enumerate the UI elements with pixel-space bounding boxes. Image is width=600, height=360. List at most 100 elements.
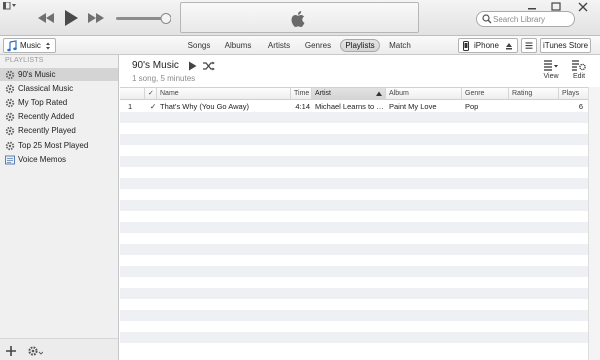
sort-ascending-icon (376, 91, 382, 96)
table-header: ✓ Name Time Artist Album Genre Rating Pl… (120, 87, 588, 100)
gear-icon[interactable] (27, 345, 43, 357)
empty-table-row (120, 288, 588, 299)
column-header-artist[interactable]: Artist (312, 88, 386, 100)
empty-table-row (120, 189, 588, 200)
smart-playlist-gear-icon (5, 98, 15, 107)
empty-table-row (120, 277, 588, 288)
column-header-time[interactable]: Time (291, 88, 312, 100)
sidebar-footer (0, 338, 118, 360)
tab-albums[interactable]: Albums (223, 39, 253, 52)
cell-artist: Michael Learns to Rock (315, 102, 386, 111)
smart-playlist-gear-icon (5, 70, 15, 79)
cell-rating[interactable] (509, 101, 559, 112)
tab-match[interactable]: Match (386, 39, 414, 52)
tab-genres[interactable]: Genres (304, 39, 332, 52)
eject-icon[interactable] (505, 42, 513, 50)
sidebar-item-label: Classical Music (18, 84, 74, 93)
song-table: ✓ Name Time Artist Album Genre Rating Pl… (120, 87, 588, 360)
music-note-icon (7, 39, 17, 51)
column-header-rating[interactable]: Rating (509, 88, 559, 100)
media-source-select[interactable]: Music (3, 38, 56, 53)
column-header-album[interactable]: Album (386, 88, 462, 100)
table-row[interactable]: 1 ✓ That's Why (You Go Away) 4:14 Michae… (120, 101, 588, 112)
playlist-icon (5, 155, 15, 164)
sidebar-item-label: Recently Added (18, 112, 75, 121)
sidebar-item-90s-music[interactable]: 90's Music (0, 68, 118, 81)
empty-table-row (120, 244, 588, 255)
empty-table-row (120, 233, 588, 244)
shuffle-icon[interactable] (203, 61, 215, 71)
empty-table-row (120, 178, 588, 189)
column-header-plays[interactable]: Plays (559, 88, 588, 100)
column-header-checkbox[interactable]: ✓ (145, 88, 157, 100)
empty-table-row (120, 299, 588, 310)
sidebar-item-voice-memos[interactable]: Voice Memos (0, 153, 118, 166)
column-header-genre[interactable]: Genre (462, 88, 509, 100)
app-menu-icon[interactable] (3, 2, 17, 10)
edit-playlist-icon (572, 60, 586, 71)
sidebar-item-my-top-rated[interactable]: My Top Rated (0, 96, 118, 109)
itunes-store-button[interactable]: iTunes Store (540, 38, 591, 53)
sidebar-item-classical-music[interactable]: Classical Music (0, 82, 118, 95)
volume-slider[interactable] (115, 11, 171, 25)
edit-label: Edit (572, 73, 586, 80)
add-icon[interactable] (5, 345, 17, 357)
cell-plays: 6 (578, 102, 583, 111)
empty-table-row (120, 200, 588, 211)
empty-table-row (120, 343, 588, 354)
search-icon (482, 14, 492, 24)
empty-table-row (120, 134, 588, 145)
tab-artists[interactable]: Artists (266, 39, 292, 52)
up-next-list-icon[interactable] (521, 38, 537, 53)
next-track-icon[interactable] (86, 10, 106, 26)
tab-songs[interactable]: Songs (186, 39, 212, 52)
view-label: View (543, 73, 559, 80)
cell-album: Paint My Love (389, 102, 437, 111)
search-field[interactable] (476, 11, 575, 27)
playlist-summary: 1 song, 5 minutes (132, 74, 196, 83)
sidebar-item-recently-played[interactable]: Recently Played (0, 124, 118, 137)
sidebar-item-label: Voice Memos (18, 155, 67, 164)
sidebar-section-header: PLAYLISTS (5, 57, 44, 64)
sidebar-item-top-25-most-played[interactable]: Top 25 Most Played (0, 139, 118, 152)
playlist-header: 90's Music 1 song, 5 minutes View Edit (120, 55, 600, 87)
transport-bar (0, 0, 600, 36)
smart-playlist-gear-icon (5, 141, 15, 150)
empty-table-row (120, 167, 588, 178)
sidebar-item-label: Recently Played (18, 126, 76, 135)
sidebar: PLAYLISTS 90's Music Classical Music My … (0, 55, 119, 360)
edit-playlist-button[interactable]: Edit (568, 60, 590, 84)
view-options-icon (544, 60, 558, 71)
column-header-name[interactable]: Name (157, 88, 291, 100)
now-playing-display (180, 2, 419, 33)
empty-table-row (120, 255, 588, 266)
smart-playlist-gear-icon (5, 84, 15, 93)
previous-track-icon[interactable] (36, 10, 56, 26)
empty-table-row (120, 332, 588, 343)
sidebar-item-label: Top 25 Most Played (18, 141, 89, 150)
device-label: iPhone (474, 41, 499, 50)
cell-genre: Pop (465, 102, 479, 111)
close-icon[interactable] (570, 1, 596, 13)
device-button[interactable]: iPhone (458, 38, 518, 53)
empty-table-row (120, 156, 588, 167)
sidebar-item-recently-added[interactable]: Recently Added (0, 110, 118, 123)
empty-table-row (120, 266, 588, 277)
empty-table-row (120, 222, 588, 233)
play-icon[interactable] (62, 8, 80, 28)
cell-checkbox[interactable]: ✓ (147, 101, 157, 112)
search-input[interactable] (493, 13, 571, 25)
column-header-artist-label: Artist (315, 90, 331, 97)
view-options-button[interactable]: View (540, 60, 562, 84)
cell-time: 4:14 (295, 102, 310, 111)
tab-playlists[interactable]: Playlists (340, 39, 380, 52)
sidebar-item-label: 90's Music (18, 70, 56, 79)
play-icon[interactable] (188, 61, 197, 71)
playlist-title: 90's Music (132, 60, 179, 71)
column-header-index[interactable] (120, 88, 145, 100)
empty-table-row (120, 310, 588, 321)
vertical-scrollbar[interactable] (588, 87, 600, 360)
cell-name: That's Why (You Go Away) (160, 102, 249, 111)
media-source-label: Music (20, 41, 41, 50)
apple-logo-icon (291, 11, 305, 27)
